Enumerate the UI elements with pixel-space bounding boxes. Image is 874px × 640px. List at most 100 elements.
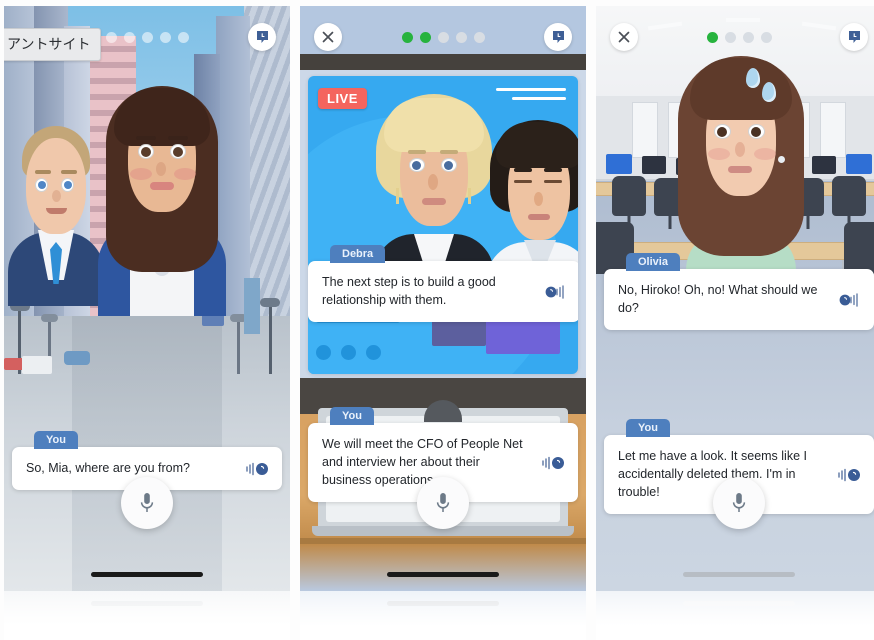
bookmark-icon bbox=[848, 31, 860, 43]
debra-brow-right bbox=[440, 150, 458, 154]
debra-hair-front bbox=[384, 98, 484, 152]
mic-button-city[interactable] bbox=[121, 477, 173, 529]
olivia-earring bbox=[778, 156, 785, 163]
monitor-right-1 bbox=[846, 154, 872, 174]
speaker-icon[interactable] bbox=[836, 291, 862, 309]
olivia-brow-left bbox=[714, 116, 733, 120]
man-mouth bbox=[46, 208, 67, 214]
bookmark-icon bbox=[552, 31, 564, 43]
mia-eye-left bbox=[138, 144, 154, 159]
microphone-icon bbox=[436, 493, 450, 512]
mia-blush-right bbox=[174, 168, 196, 180]
panel-city-screen: You So, Mia, where are you from? bbox=[4, 6, 290, 591]
chair-left-far bbox=[612, 176, 646, 216]
phone-panel-office: Olivia No, Hiroko! Oh, no! What should w… bbox=[596, 6, 874, 640]
bookmark-button[interactable] bbox=[248, 23, 276, 51]
olivia-blush-right bbox=[754, 148, 776, 160]
progress-dot bbox=[760, 31, 772, 43]
home-indicator-office bbox=[683, 572, 795, 577]
dialogue-text: Let me have a look. It seems like I acci… bbox=[618, 449, 807, 500]
olivia-brow-right bbox=[748, 116, 767, 120]
dialogue-bubble[interactable]: The next step is to build a good relatio… bbox=[308, 261, 578, 323]
mia-brow-right bbox=[168, 136, 188, 140]
man-brow-right bbox=[61, 170, 77, 174]
live-badge: LIVE bbox=[318, 88, 367, 109]
progress-dot bbox=[437, 31, 449, 43]
bm-brow-left bbox=[514, 168, 532, 172]
progress-dot bbox=[177, 31, 189, 43]
monitor-left-1 bbox=[606, 154, 632, 174]
desk-edge bbox=[300, 538, 586, 544]
olivia-nose bbox=[735, 142, 745, 157]
dialogue-text: We will meet the CFO of People Net and i… bbox=[322, 437, 523, 488]
debra-earring-right bbox=[468, 188, 471, 204]
mia-nose bbox=[156, 162, 166, 176]
sweat-drop-b bbox=[762, 82, 776, 102]
home-indicator-broadcast bbox=[387, 572, 499, 577]
speaker-icon[interactable] bbox=[836, 466, 862, 484]
reflected-home-indicator bbox=[683, 601, 795, 606]
mic-button-broadcast[interactable] bbox=[417, 477, 469, 529]
progress-dot bbox=[159, 31, 171, 43]
progress-dot bbox=[401, 31, 413, 43]
white-box bbox=[22, 356, 52, 374]
bm-mouth bbox=[528, 214, 550, 220]
speaker-icon[interactable] bbox=[542, 283, 568, 301]
sweat-drop-a bbox=[746, 68, 760, 88]
panel-broadcast-topbar bbox=[300, 6, 586, 68]
speaker-tag: You bbox=[330, 407, 374, 425]
close-button[interactable] bbox=[314, 23, 342, 51]
progress-dot bbox=[706, 31, 718, 43]
olivia-blush-left bbox=[708, 148, 730, 160]
phone-panel-city: You So, Mia, where are you from? アントサイト bbox=[4, 6, 290, 640]
phone-panel-broadcast: LIVE Debra The next step is to build a g… bbox=[300, 6, 586, 640]
panel-office-topbar bbox=[596, 6, 874, 68]
dialogue-bubble[interactable]: No, Hiroko! Oh, no! What should we do? bbox=[604, 269, 874, 331]
panel-broadcast-reflection bbox=[300, 591, 586, 640]
progress-dot bbox=[419, 31, 431, 43]
debra-nose bbox=[428, 174, 438, 190]
bm-brow-right bbox=[544, 168, 562, 172]
mia-mouth bbox=[150, 182, 174, 190]
bookmark-button[interactable] bbox=[544, 23, 572, 51]
panel-office-screen: Olivia No, Hiroko! Oh, no! What should w… bbox=[596, 6, 874, 591]
progress-dots-city bbox=[105, 31, 189, 43]
progress-dot bbox=[742, 31, 754, 43]
close-button[interactable] bbox=[610, 23, 638, 51]
progress-dot bbox=[123, 31, 135, 43]
dialogue-olivia: Olivia No, Hiroko! Oh, no! What should w… bbox=[604, 252, 874, 331]
monitor-right-2 bbox=[812, 156, 836, 174]
mic-button-office[interactable] bbox=[713, 477, 765, 529]
progress-dot bbox=[455, 31, 467, 43]
chair-right-far bbox=[832, 176, 866, 216]
screenshot-root: You So, Mia, where are you from? アントサイト … bbox=[0, 0, 874, 640]
panel-broadcast-screen: LIVE Debra The next step is to build a g… bbox=[300, 6, 586, 591]
dialogue-debra: Debra The next step is to build a good r… bbox=[308, 244, 578, 323]
street-lamp-left-2-head bbox=[41, 314, 58, 322]
man-eye-left bbox=[35, 178, 48, 192]
debra-eye-left bbox=[409, 158, 425, 172]
speaker-icon[interactable] bbox=[244, 460, 270, 478]
mia-eye-right bbox=[170, 144, 186, 159]
bm-eye-right-closed bbox=[544, 180, 562, 183]
mia-brow-left bbox=[136, 136, 156, 140]
bookmark-icon bbox=[256, 31, 268, 43]
home-indicator-city bbox=[91, 572, 203, 577]
teal-panel bbox=[244, 278, 260, 334]
debra-brow-left bbox=[408, 150, 426, 154]
dialogue-text: No, Hiroko! Oh, no! What should we do? bbox=[618, 283, 818, 316]
reflection-surface bbox=[300, 591, 586, 640]
progress-dots-office bbox=[706, 31, 772, 43]
man-eye-right bbox=[61, 178, 74, 192]
progress-dot bbox=[724, 31, 736, 43]
bookmark-button[interactable] bbox=[840, 23, 868, 51]
speaker-icon[interactable] bbox=[540, 454, 566, 472]
reflection-surface bbox=[596, 591, 874, 640]
panel-city-reflection bbox=[4, 591, 290, 640]
avatar-olivia bbox=[668, 50, 814, 286]
close-icon bbox=[618, 31, 630, 43]
speaker-tag: You bbox=[626, 419, 670, 437]
speaker-tag: You bbox=[34, 431, 78, 449]
avatar-man-secondary bbox=[8, 124, 104, 306]
speaker-glyph bbox=[839, 292, 858, 307]
